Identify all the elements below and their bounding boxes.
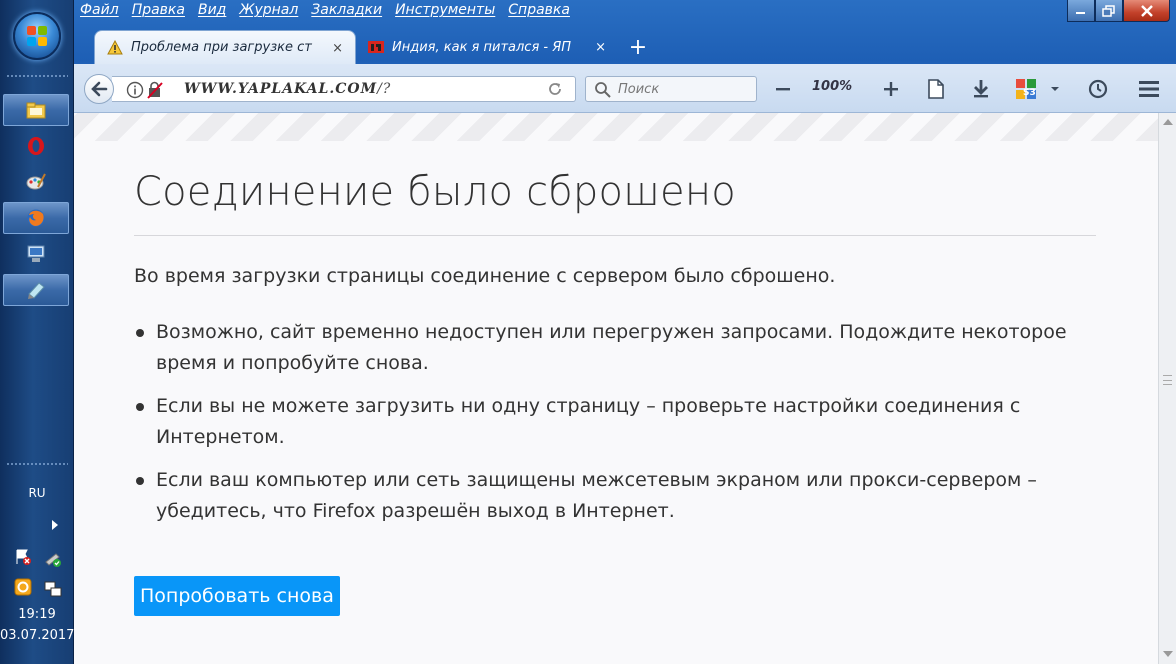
maximize-button[interactable] [1095, 0, 1123, 22]
search-placeholder: Поиск [618, 82, 660, 97]
warning-icon [107, 39, 123, 54]
menu-bar: Файл Правка Вид Журнал Закладки Инструме… [80, 2, 583, 22]
menu-tools[interactable]: Инструменты [395, 2, 495, 22]
network-status-icon[interactable] [44, 580, 62, 598]
notepad-icon [28, 282, 45, 299]
error-title: Соединение было сброшено [134, 169, 736, 215]
taskbar-grip-bottom[interactable] [6, 462, 68, 466]
page-button[interactable] [923, 76, 949, 102]
reload-icon[interactable] [547, 81, 563, 97]
explorer-icon [26, 102, 46, 119]
url-domain: WWW.YAPLAKAL.COM [184, 81, 378, 97]
tab-strip: Проблема при загрузке ст × Индия, как я … [94, 30, 658, 64]
list-item: Возможно, сайт временно недоступен или п… [134, 317, 1096, 379]
scroll-thumb-grip[interactable] [1163, 375, 1172, 385]
minus-icon [776, 88, 790, 91]
plus-icon [884, 82, 898, 96]
yaplakal-icon [368, 41, 384, 53]
back-button[interactable] [84, 74, 114, 104]
firefox-icon [27, 209, 45, 227]
close-icon [1140, 4, 1153, 17]
menu-button[interactable] [1136, 76, 1162, 102]
menu-file[interactable]: Файл [80, 2, 119, 22]
navigation-toolbar: WWW.YAPLAKAL.COM/? Поиск 100% S3 [74, 64, 1176, 113]
taskbar-explorer-button[interactable] [3, 94, 69, 126]
extension-dropdown[interactable] [1046, 76, 1064, 102]
list-item: Если ваш компьютер или сеть защищены меж… [134, 465, 1096, 527]
close-window-button[interactable] [1123, 0, 1170, 22]
tab-title: Проблема при загрузке ст [131, 40, 312, 55]
minimize-button[interactable] [1067, 0, 1095, 22]
tray-expand-icon[interactable] [52, 520, 58, 530]
try-again-button[interactable]: Попробовать снова [134, 576, 340, 616]
opera-icon [28, 137, 44, 155]
menu-bookmarks[interactable]: Закладки [311, 2, 382, 22]
back-arrow-icon [91, 81, 108, 97]
url-bar[interactable]: WWW.YAPLAKAL.COM/? [112, 76, 576, 102]
tab-connection-error[interactable]: Проблема при загрузке ст × [94, 30, 356, 64]
taskbar-opera-button[interactable] [3, 130, 69, 162]
window-controls [1067, 0, 1170, 22]
url-path: /? [377, 81, 392, 97]
svg-text:S3: S3 [1023, 88, 1036, 98]
page-icon [928, 79, 944, 99]
menu-history[interactable]: Журнал [239, 2, 298, 22]
chevron-down-icon [1051, 87, 1059, 91]
zoom-level[interactable]: 100% [812, 79, 852, 94]
paint-icon [26, 173, 46, 190]
vertical-scrollbar[interactable] [1158, 113, 1176, 664]
usb-device-icon[interactable] [44, 550, 62, 568]
restore-icon [1102, 4, 1115, 17]
menu-help[interactable]: Справка [508, 2, 570, 22]
taskbar-network-button[interactable] [3, 238, 69, 270]
tab-title: Индия, как я питался - ЯП [392, 39, 572, 55]
minimize-icon [1076, 11, 1085, 14]
clock-date[interactable]: 03.07.2017 [0, 628, 74, 643]
menu-view[interactable]: Вид [198, 2, 226, 22]
clock-icon [1088, 79, 1108, 99]
hamburger-icon [1139, 81, 1159, 97]
start-button[interactable] [13, 12, 61, 60]
page-content: Соединение было сброшено Во время загруз… [74, 113, 1158, 664]
error-description: Во время загрузки страницы соединение с … [134, 265, 836, 287]
list-item: Если вы не можете загрузить ни одну стра… [134, 391, 1096, 453]
network-icon [27, 245, 45, 262]
url-text[interactable]: WWW.YAPLAKAL.COM/? [184, 81, 391, 97]
error-page-stripes [74, 113, 1158, 141]
tab-close-button[interactable]: × [332, 41, 343, 56]
taskbar-notepad-button[interactable] [3, 274, 69, 306]
history-button[interactable] [1085, 76, 1111, 102]
taskbar-firefox-button[interactable] [3, 202, 69, 234]
extension-button[interactable]: S3 [1013, 76, 1039, 102]
insecure-connection-icon[interactable] [146, 81, 164, 99]
download-arrow-icon [974, 80, 988, 98]
taskbar-paint-button[interactable] [3, 166, 69, 198]
new-tab-button[interactable]: + [618, 30, 658, 64]
windows-logo-icon [27, 26, 47, 46]
menu-edit[interactable]: Правка [132, 2, 185, 22]
scroll-down-icon[interactable] [1163, 651, 1173, 657]
title-divider [134, 235, 1096, 236]
windows-taskbar: RU 19:19 03.07.2017 [0, 0, 74, 664]
firefox-window: Файл Правка Вид Журнал Закладки Инструме… [74, 0, 1176, 664]
action-center-icon[interactable] [14, 548, 32, 566]
taskbar-grip[interactable] [6, 74, 68, 78]
tab-close-button[interactable]: × [595, 40, 606, 55]
tab-yaplakal[interactable]: Индия, как я питался - ЯП × [356, 30, 618, 64]
search-icon [595, 82, 611, 98]
zoom-in-button[interactable] [878, 76, 904, 102]
downloads-button[interactable] [968, 76, 994, 102]
search-bar[interactable]: Поиск [585, 76, 757, 102]
s3-extension-icon: S3 [1016, 79, 1036, 99]
zoom-out-button[interactable] [770, 76, 796, 102]
language-indicator[interactable]: RU [0, 486, 74, 500]
info-icon[interactable] [126, 81, 144, 99]
error-suggestions: Возможно, сайт временно недоступен или п… [134, 317, 1096, 539]
clock-time[interactable]: 19:19 [0, 607, 74, 622]
app-tray-icon[interactable] [14, 578, 32, 596]
scroll-up-icon[interactable] [1163, 119, 1173, 125]
